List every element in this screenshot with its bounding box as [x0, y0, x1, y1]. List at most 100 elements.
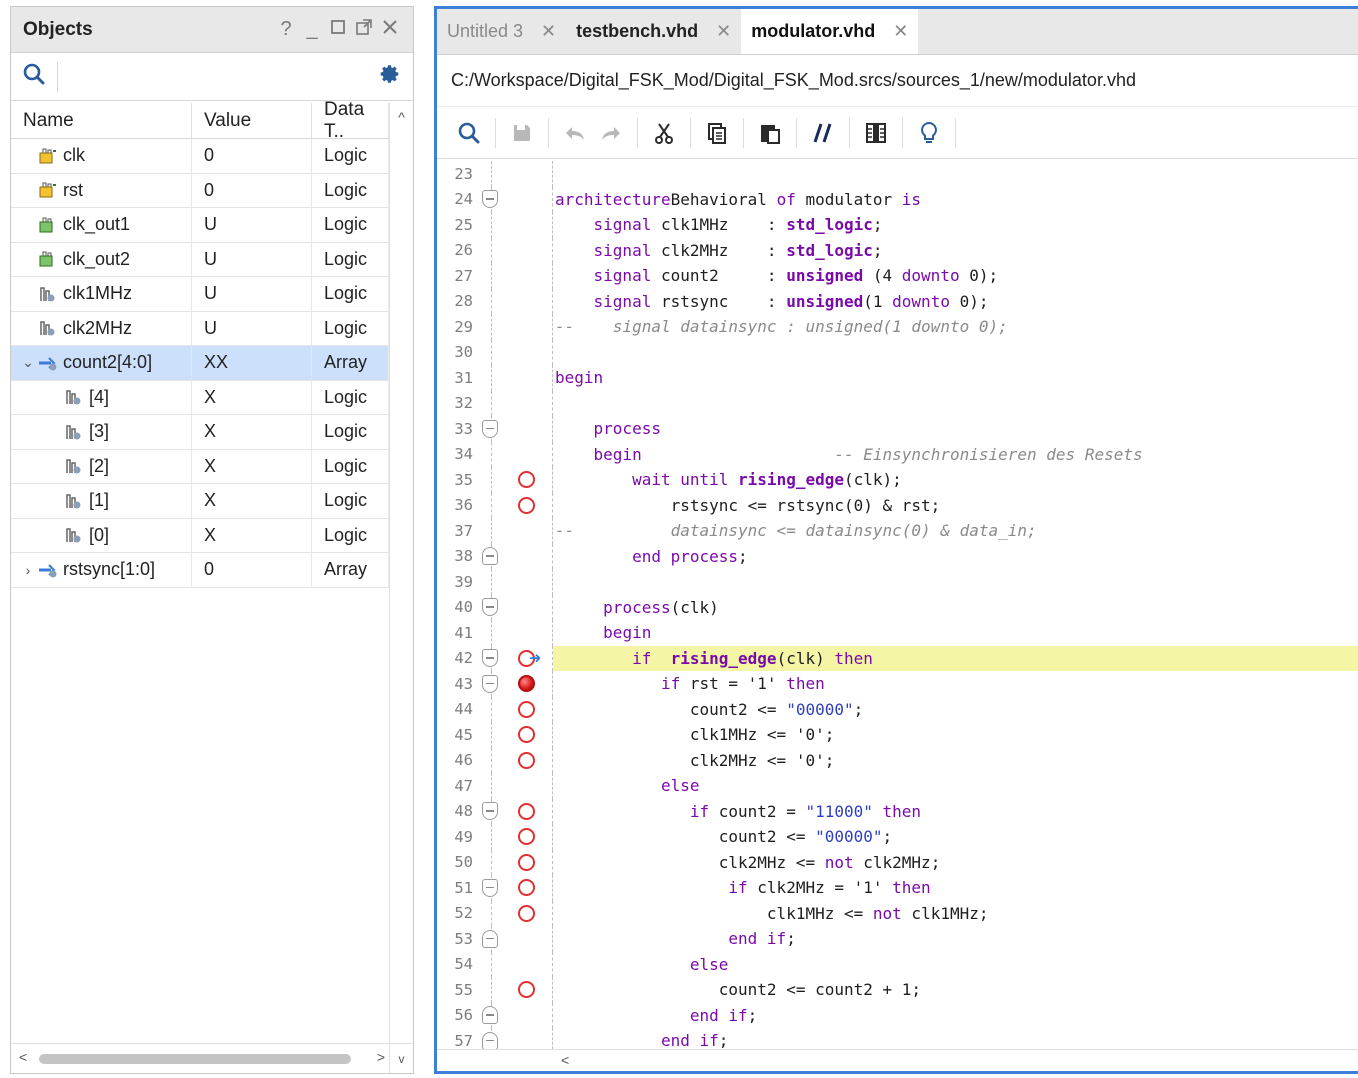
breakpoint-icon[interactable] [518, 981, 535, 999]
breakpoint-gutter[interactable] [515, 951, 553, 978]
fold-collapse-icon[interactable] [482, 878, 498, 897]
code-line[interactable]: 52 clk1MHz <= not clk1MHz; [437, 900, 1358, 927]
code-line[interactable]: 25 signal clk1MHz : std_logic; [437, 212, 1358, 238]
search-icon[interactable] [451, 115, 487, 151]
objects-vertical-scrollbar[interactable]: ^ [389, 103, 413, 1043]
hint-bulb-icon[interactable] [911, 115, 947, 151]
close-icon[interactable]: ✕ [541, 21, 556, 42]
code-line[interactable]: 26 signal clk2MHz : std_logic; [437, 237, 1358, 264]
minimize-icon[interactable]: _ [299, 18, 325, 41]
scroll-up-icon[interactable]: ^ [390, 109, 413, 125]
copy-icon[interactable] [699, 115, 735, 151]
breakpoint-gutter[interactable] [515, 314, 553, 340]
close-icon[interactable]: ✕ [893, 21, 908, 42]
float-icon[interactable] [351, 18, 377, 42]
editor-tab[interactable]: Untitled 3 ✕ [437, 9, 566, 54]
object-row[interactable]: [3] X Logic [11, 415, 389, 450]
breakpoint-icon[interactable] [518, 726, 535, 744]
breakpoint-gutter[interactable] [515, 569, 553, 595]
scroll-down-icon[interactable]: v [389, 1043, 413, 1073]
scroll-left-icon[interactable]: < [561, 1052, 569, 1068]
objects-horizontal-scrollbar[interactable]: < > [11, 1043, 389, 1073]
breakpoint-gutter[interactable] [515, 1028, 553, 1049]
code-line[interactable]: 27 signal count2 : unsigned (4 downto 0)… [437, 263, 1358, 289]
breakpoint-gutter[interactable] [515, 1002, 553, 1029]
fold-end-icon[interactable] [482, 1031, 498, 1049]
gear-icon[interactable] [379, 63, 401, 90]
fold-collapse-icon[interactable] [482, 802, 498, 821]
object-row[interactable]: clk_out1 U Logic [11, 208, 389, 243]
chevron-down-icon[interactable]: ⌄ [19, 354, 37, 371]
code-line[interactable]: 55 count2 <= count2 + 1; [437, 977, 1358, 1003]
column-header-value[interactable]: Value [192, 103, 312, 138]
code-line[interactable]: 31 begin [437, 365, 1358, 391]
code-line[interactable]: 29 -- signal datainsync : unsigned(1 dow… [437, 314, 1358, 340]
breakpoint-gutter[interactable] [515, 926, 553, 952]
maximize-icon[interactable] [325, 18, 351, 41]
code-line[interactable]: 38 end process; [437, 543, 1358, 570]
object-row[interactable]: clk 0 Logic [11, 139, 389, 174]
code-line[interactable]: 48 if count2 = "11000" then [437, 798, 1358, 825]
breakpoint-gutter[interactable] [515, 696, 553, 723]
code-line[interactable]: 39 [437, 569, 1358, 595]
code-line[interactable]: 43 if rst = '1' then [437, 671, 1358, 697]
breakpoint-gutter[interactable] [515, 747, 553, 774]
help-icon[interactable]: ? [273, 18, 299, 41]
breakpoint-gutter[interactable] [515, 365, 553, 391]
code-line[interactable]: 36 rstsync <= rstsync(0) & rst; [437, 492, 1358, 519]
fold-collapse-icon[interactable] [482, 598, 498, 617]
breakpoint-icon[interactable] [518, 751, 535, 769]
code-line[interactable]: 23 [437, 161, 1358, 187]
breakpoint-gutter[interactable] [515, 543, 553, 570]
code-line[interactable]: 40 process (clk) [437, 594, 1358, 621]
breakpoint-gutter[interactable] [515, 849, 553, 876]
fold-end-icon[interactable] [482, 547, 498, 566]
breakpoint-gutter[interactable] [515, 492, 553, 519]
column-header-name[interactable]: Name [11, 103, 192, 138]
breakpoint-gutter[interactable] [515, 671, 553, 697]
breakpoint-icon[interactable] [518, 471, 535, 489]
object-row[interactable]: rst 0 Logic [11, 173, 389, 208]
object-row[interactable]: clk2MHz U Logic [11, 311, 389, 346]
breakpoint-icon[interactable] [518, 904, 535, 922]
breakpoint-gutter[interactable] [515, 416, 553, 442]
breakpoint-gutter[interactable] [515, 212, 553, 238]
breakpoint-gutter[interactable] [515, 161, 553, 187]
breakpoint-gutter[interactable] [515, 390, 553, 417]
code-line[interactable]: 56 end if; [437, 1002, 1358, 1029]
code-line[interactable]: 24 architecture Behavioral of modulator i… [437, 186, 1358, 213]
code-line[interactable]: 28 signal rstsync : unsigned (1 downto 0)… [437, 288, 1358, 315]
paste-icon[interactable] [752, 115, 788, 151]
chevron-right-icon[interactable]: › [19, 562, 37, 578]
code-editor[interactable]: 23 24 architecture Behavioral of modulato… [437, 161, 1358, 1049]
object-row[interactable]: › rstsync[1:0] 0 Array [11, 553, 389, 588]
undo-icon[interactable] [557, 115, 593, 151]
code-line[interactable]: 44 count2 <= "00000"; [437, 696, 1358, 723]
breakpoint-gutter[interactable] [515, 441, 553, 468]
close-icon[interactable] [377, 18, 403, 41]
code-line[interactable]: 32 [437, 390, 1358, 417]
breakpoint-gutter[interactable] [515, 518, 553, 544]
search-icon[interactable] [23, 63, 45, 90]
object-row[interactable]: [2] X Logic [11, 449, 389, 484]
breakpoint-icon[interactable] [518, 802, 535, 820]
code-line[interactable]: 42 ➜ if rising_edge (clk) then [437, 645, 1358, 671]
close-icon[interactable]: ✕ [716, 21, 731, 42]
scroll-left-icon[interactable]: < [19, 1049, 27, 1065]
breakpoint-gutter[interactable] [515, 722, 553, 748]
code-line[interactable]: 46 clk2MHz <= '0'; [437, 747, 1358, 774]
breakpoint-gutter[interactable] [515, 875, 553, 901]
breakpoint-gutter[interactable] [515, 288, 553, 315]
comment-toggle-icon[interactable] [805, 115, 841, 151]
save-icon[interactable] [504, 115, 540, 151]
breakpoint-icon[interactable] [518, 853, 535, 871]
breakpoint-gutter[interactable] [515, 594, 553, 621]
object-row[interactable]: clk1MHz U Logic [11, 277, 389, 312]
object-row[interactable]: ⌄ count2[4:0] XX Array [11, 346, 389, 381]
code-line[interactable]: 34 begin -- Einsynchronisieren des Reset… [437, 441, 1358, 468]
breakpoint-gutter[interactable] [515, 977, 553, 1003]
breakpoint-gutter[interactable] [515, 773, 553, 799]
fold-collapse-icon[interactable] [482, 674, 498, 693]
breakpoint-gutter[interactable] [515, 237, 553, 264]
fold-collapse-icon[interactable] [482, 419, 498, 438]
